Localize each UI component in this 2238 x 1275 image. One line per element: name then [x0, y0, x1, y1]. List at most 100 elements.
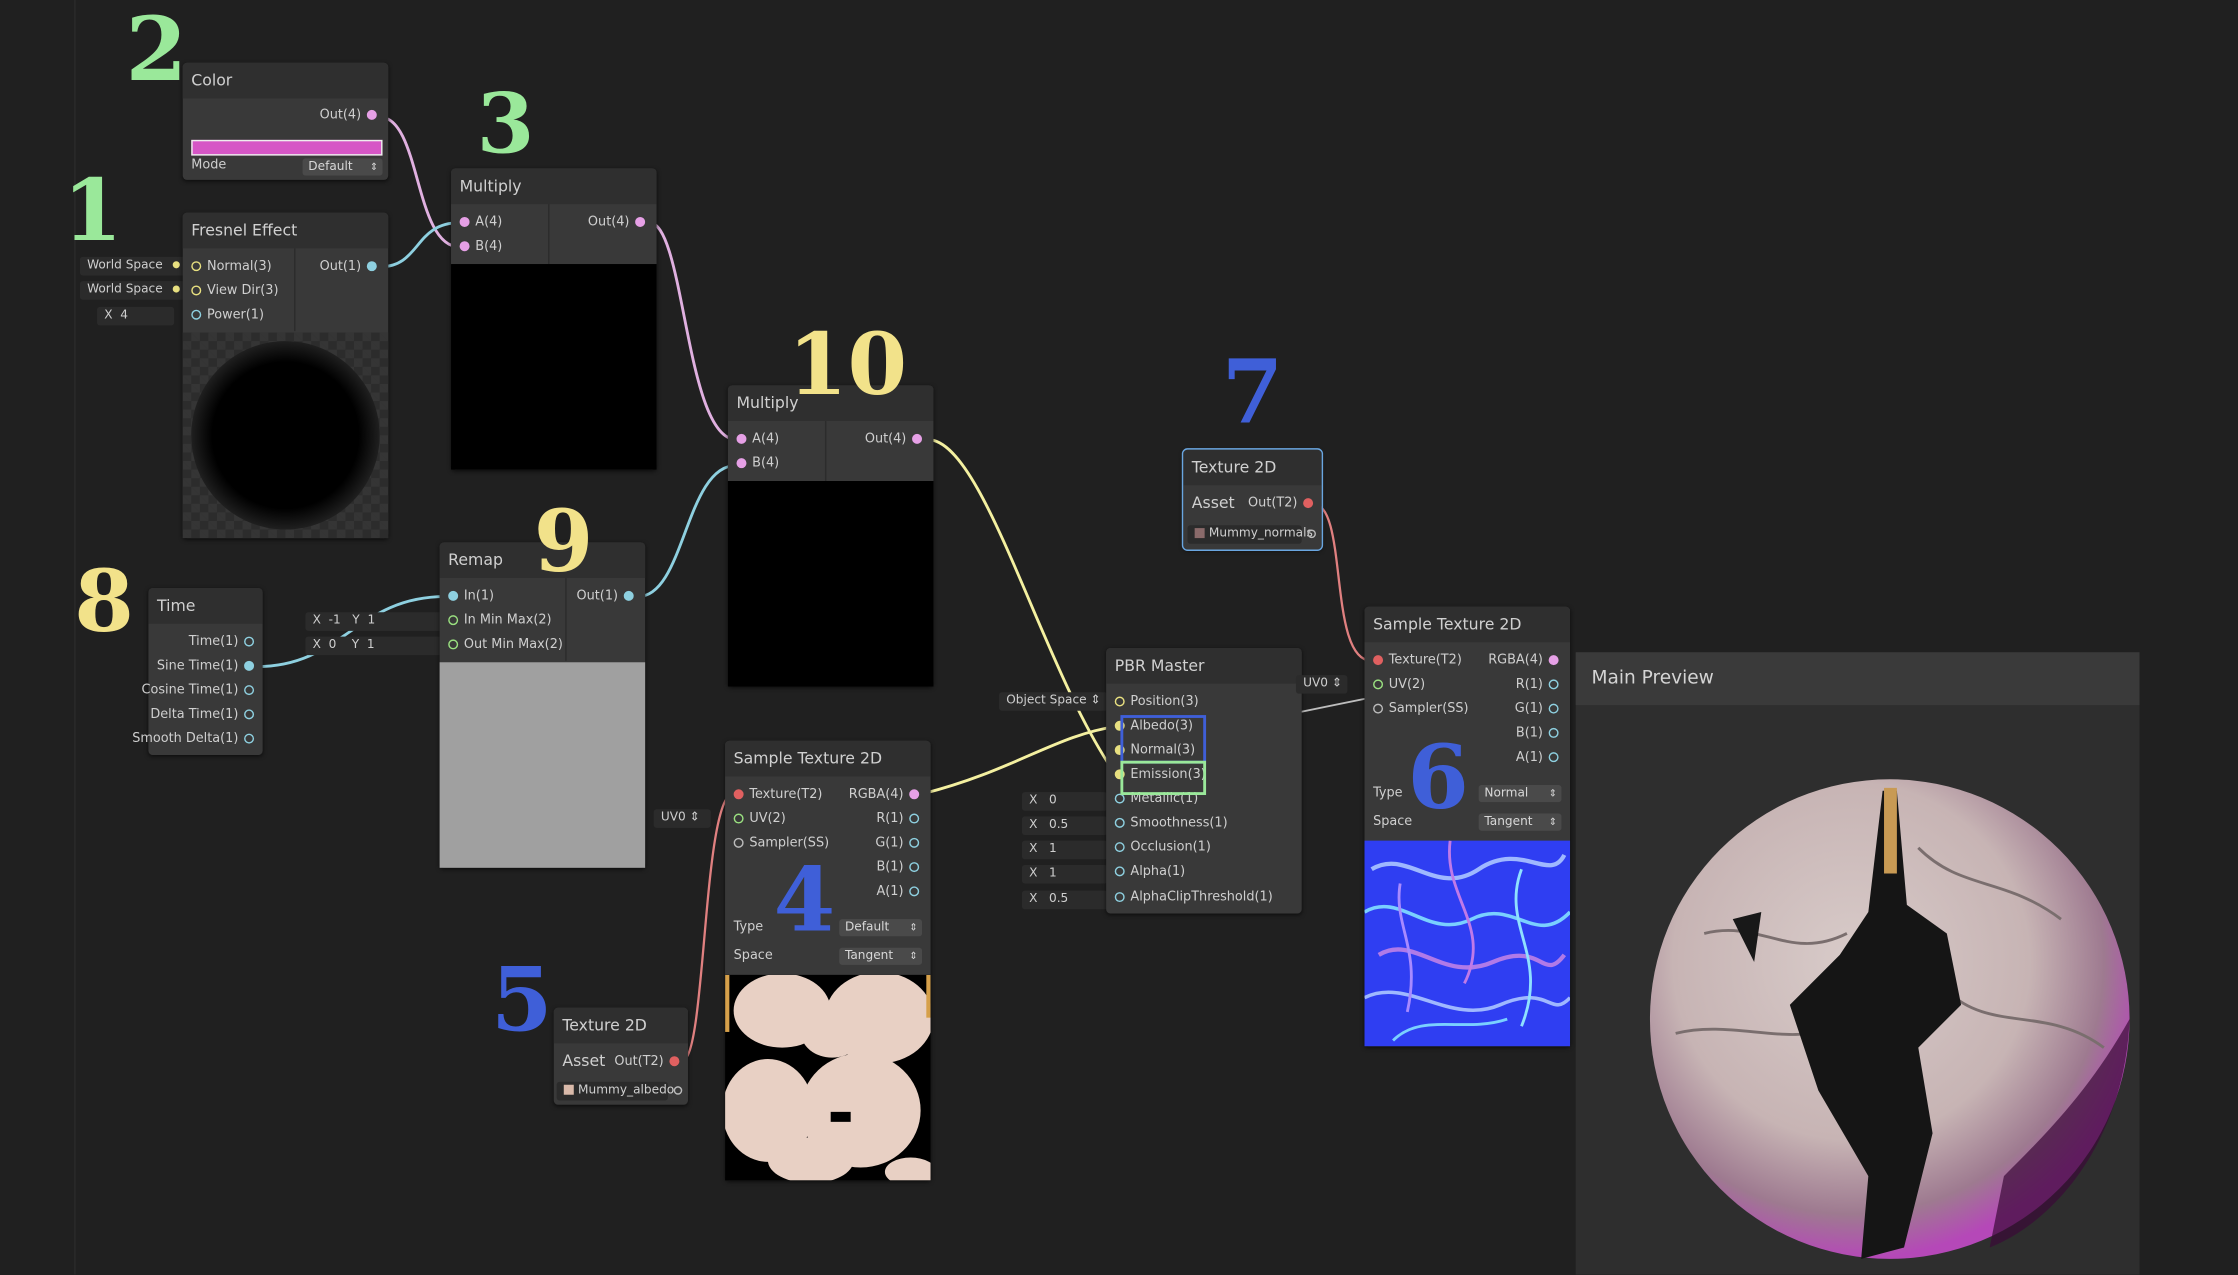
uv-channel-chip[interactable]: UV0 ⇕ [653, 809, 711, 828]
a-label: A(4) [752, 432, 780, 447]
main-preview-panel[interactable]: Main Preview [1575, 652, 2140, 1275]
fresnel-effect-node[interactable]: Fresnel Effect Normal(3) View Dir(3) Pow… [182, 212, 389, 539]
cosine-time-port[interactable]: Cosine Time(1) [142, 684, 260, 698]
multiply-1-a-port[interactable]: A(4) [454, 216, 502, 230]
sa-r-port[interactable]: R(1) [876, 812, 925, 826]
sample-normal-title: Sample Texture 2D [1364, 606, 1571, 643]
sa-a-port[interactable]: A(1) [876, 885, 924, 899]
port-dot-icon [366, 261, 377, 272]
type-dropdown[interactable]: Normal ⇕ [1478, 785, 1562, 803]
position-space-chip[interactable]: Object Space ⇕ [999, 692, 1108, 711]
texture-asset-normals-node[interactable]: Texture 2D Asset Out(T2) Mummy_normals [1181, 448, 1324, 551]
power-value-chip[interactable]: X 4 [97, 306, 175, 326]
remap-out-min-max-port[interactable]: Out Min Max(2) [442, 638, 563, 652]
space-value: Tangent [1484, 814, 1533, 830]
power-label: Power(1) [206, 308, 265, 323]
annotation-3: 3 [476, 75, 535, 173]
pbr-occlusion-port[interactable]: Occlusion(1) [1109, 841, 1211, 855]
fresnel-power-port[interactable]: Power(1) [186, 308, 265, 323]
annotation-10: 10 [787, 315, 908, 416]
sa-texture-port[interactable]: Texture(T2) [728, 788, 822, 802]
multiply-2-out-port[interactable]: Out(4) [865, 432, 928, 447]
updown-arrow-icon: ⇕ [909, 922, 918, 934]
sa-uv-port[interactable]: UV(2) [728, 812, 786, 826]
port-divider [294, 248, 296, 332]
albedo-asset-field[interactable]: Mummy_albedo [556, 1081, 674, 1101]
smoothness-field[interactable]: X 0.5 [1021, 816, 1108, 835]
port-dot-icon [1373, 703, 1384, 714]
sn-uv-port[interactable]: UV(2) [1367, 678, 1425, 692]
pbr-smoothness-port[interactable]: Smoothness(1) [1109, 816, 1228, 831]
color-out-port[interactable]: Out(4) [320, 108, 383, 123]
port-divider [824, 421, 827, 482]
fresnel-viewdir-port[interactable]: View Dir(3) [186, 284, 278, 298]
sa-rgba-port[interactable]: RGBA(4) [849, 788, 925, 802]
space-dropdown[interactable]: Tangent ⇕ [839, 947, 923, 965]
normals-asset-field[interactable]: Mummy_normals [1187, 525, 1313, 544]
metallic-field[interactable]: X 0 [1021, 792, 1108, 811]
time-node[interactable]: Time Time(1) Sine Time(1) Cosine Time(1)… [132, 588, 263, 756]
smooth-delta-port[interactable]: Smooth Delta(1) [132, 732, 260, 746]
normal-uv-chip[interactable]: UV0 ⇕ [1295, 675, 1348, 694]
rgba-label: RGBA(4) [848, 787, 904, 803]
in-min-max-chip[interactable]: X -1 Y 1 [305, 612, 443, 631]
remap-in-min-max-port[interactable]: In Min Max(2) [442, 614, 552, 628]
occlusion-value: 1 [1048, 842, 1057, 857]
fresnel-normal-port[interactable]: Normal(3) [186, 260, 272, 274]
remap-in-port[interactable]: In(1) [442, 589, 494, 604]
annotation-6: 6 [1407, 725, 1469, 830]
port-dot-icon [909, 813, 920, 824]
alpha-clip-field[interactable]: X 0.5 [1021, 890, 1108, 910]
multiply-1-b-port[interactable]: B(4) [454, 240, 502, 254]
multiply-2-preview [727, 481, 934, 687]
sn-b-port[interactable]: B(1) [1516, 726, 1564, 741]
x-label: X [1029, 793, 1038, 808]
type-label: Type [733, 920, 764, 935]
sample-texture-albedo-node[interactable]: Sample Texture 2D Texture(T2) UV(2) Samp… [725, 740, 931, 1181]
multiply-1-out-port[interactable]: Out(4) [588, 216, 651, 230]
object-picker-icon[interactable] [1307, 529, 1316, 539]
type-dropdown[interactable]: Default ⇕ [839, 919, 923, 937]
tex-albedo-out-port[interactable]: Out(T2) [614, 1055, 685, 1069]
type-value: Default [844, 920, 890, 935]
preview-sphere-render[interactable] [1576, 705, 2140, 1274]
out-min-max-chip[interactable]: X 0 Y 1 [305, 636, 443, 656]
out-label: Out(T2) [1248, 496, 1298, 511]
pbr-position-port[interactable]: Position(3) [1109, 695, 1199, 709]
mode-dropdown[interactable]: Default ⇕ [302, 158, 383, 176]
color-swatch[interactable] [191, 139, 383, 156]
sn-r-port[interactable]: R(1) [1516, 678, 1565, 692]
multiply-node-1[interactable]: Multiply A(4) B(4) Out(4) [451, 168, 657, 470]
time-port[interactable]: Time(1) [189, 635, 260, 649]
color-node[interactable]: Color Out(4) Mode Default ⇕ [182, 62, 389, 180]
multiply-node-2[interactable]: Multiply A(4) B(4) Out(4) [727, 385, 934, 687]
space-dropdown[interactable]: Tangent ⇕ [1478, 813, 1562, 831]
shader-graph-canvas[interactable]: Color Out(4) Mode Default ⇕ World Space W… [0, 0, 2238, 1275]
sn-sampler-port[interactable]: Sampler(SS) [1367, 702, 1469, 717]
fresnel-out-port[interactable]: Out(1) [320, 260, 383, 274]
sn-a-port[interactable]: A(1) [1516, 751, 1564, 765]
port-dot-icon [912, 433, 923, 444]
texture-asset-albedo-node[interactable]: Texture 2D Asset Out(T2) Mummy_albedo [553, 1007, 688, 1105]
sa-g-port[interactable]: G(1) [875, 836, 925, 851]
tex-normals-out-port[interactable]: Out(T2) [1248, 497, 1319, 511]
object-picker-icon[interactable] [673, 1086, 683, 1095]
port-dot-icon [909, 862, 920, 873]
delta-time-port[interactable]: Delta Time(1) [150, 708, 259, 722]
x-label: X [1029, 817, 1038, 833]
alpha-field[interactable]: X 1 [1021, 864, 1108, 884]
pbr-alpha-port[interactable]: Alpha(1) [1109, 865, 1185, 879]
occlusion-field[interactable]: X 1 [1021, 840, 1108, 860]
pbr-alpha-clip-port[interactable]: AlphaClipThreshold(1) [1109, 891, 1273, 905]
sn-rgba-port[interactable]: RGBA(4) [1488, 654, 1564, 668]
sa-b-port[interactable]: B(1) [876, 861, 924, 875]
multiply-2-b-port[interactable]: B(4) [731, 457, 779, 471]
viewdir-space-chip[interactable]: World Space [79, 281, 193, 300]
sn-g-port[interactable]: G(1) [1515, 702, 1565, 717]
multiply-2-a-port[interactable]: A(4) [731, 432, 780, 447]
sn-texture-port[interactable]: Texture(T2) [1367, 654, 1462, 668]
fresnel-sphere-image [191, 341, 380, 530]
out-min-value: 0 [328, 638, 337, 653]
fresnel-out-label: Out(1) [319, 259, 362, 275]
sine-time-port[interactable]: Sine Time(1) [157, 659, 260, 674]
